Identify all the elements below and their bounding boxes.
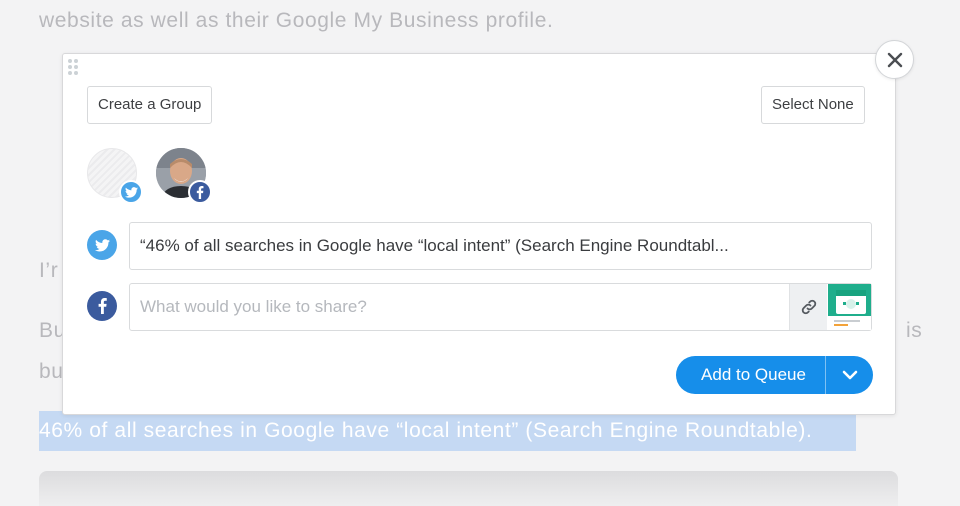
article-text-line: website as well as their Google My Busin…: [39, 9, 554, 32]
select-none-button[interactable]: Select None: [761, 86, 865, 124]
queue-options-dropdown[interactable]: [825, 356, 873, 394]
facebook-icon: [188, 180, 212, 204]
share-composer-modal: Create a Group Select None “46% of all s…: [62, 53, 896, 415]
close-icon: [887, 52, 902, 67]
add-to-queue-split-button: Add to Queue: [676, 356, 873, 394]
add-to-queue-button[interactable]: Add to Queue: [676, 356, 825, 394]
link-icon: [801, 299, 816, 315]
article-text-fragment: is: [906, 319, 923, 342]
article-text-fragment: I’r: [39, 259, 59, 282]
article-card: [39, 471, 898, 506]
link-attachment-button[interactable]: [789, 284, 827, 330]
facebook-icon: [87, 291, 117, 321]
close-button[interactable]: [875, 40, 914, 79]
twitter-post-text[interactable]: “46% of all searches in Google have “loc…: [129, 222, 872, 270]
article-text-fragment: bu: [39, 360, 64, 383]
twitter-icon: [119, 180, 143, 204]
twitter-icon: [87, 230, 117, 260]
create-group-button[interactable]: Create a Group: [87, 86, 213, 124]
link-preview-thumbnail[interactable]: [828, 284, 871, 330]
highlighted-selection: 46% of all searches in Google have “loca…: [39, 411, 856, 451]
chevron-down-icon: [842, 370, 857, 380]
profile-avatar-facebook[interactable]: [156, 148, 212, 204]
drag-handle-icon[interactable]: [68, 59, 78, 75]
profile-avatar-twitter[interactable]: [87, 148, 143, 204]
facebook-post-input[interactable]: [129, 283, 872, 331]
